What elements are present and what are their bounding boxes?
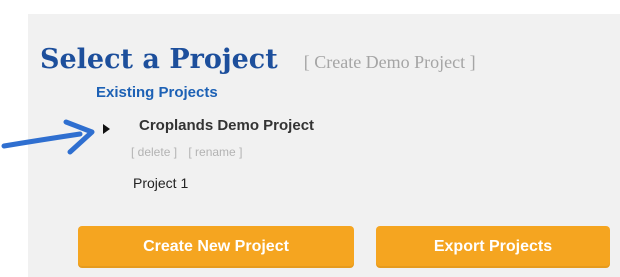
page-title: Select a Project — [40, 44, 278, 75]
existing-projects-heading: Existing Projects — [96, 84, 218, 101]
project-actions: [ delete ] [ rename ] — [131, 145, 250, 159]
create-new-project-button[interactable]: Create New Project — [78, 226, 354, 268]
export-projects-button[interactable]: Export Projects — [376, 226, 610, 268]
create-demo-project-link[interactable]: [ Create Demo Project ] — [304, 52, 476, 72]
project-item-project-1[interactable]: Project 1 — [133, 175, 188, 191]
project-item-croplands-demo[interactable]: Croplands Demo Project — [139, 117, 314, 134]
delete-project-link[interactable]: [ delete ] — [131, 145, 177, 159]
triangle-right-icon[interactable] — [103, 124, 110, 134]
screenshot-stage: Select a Project [ Create Demo Project ]… — [0, 0, 620, 277]
arrow-right-icon — [1, 119, 95, 155]
title-row: Select a Project [ Create Demo Project ] — [40, 44, 476, 75]
rename-project-link[interactable]: [ rename ] — [188, 145, 242, 159]
